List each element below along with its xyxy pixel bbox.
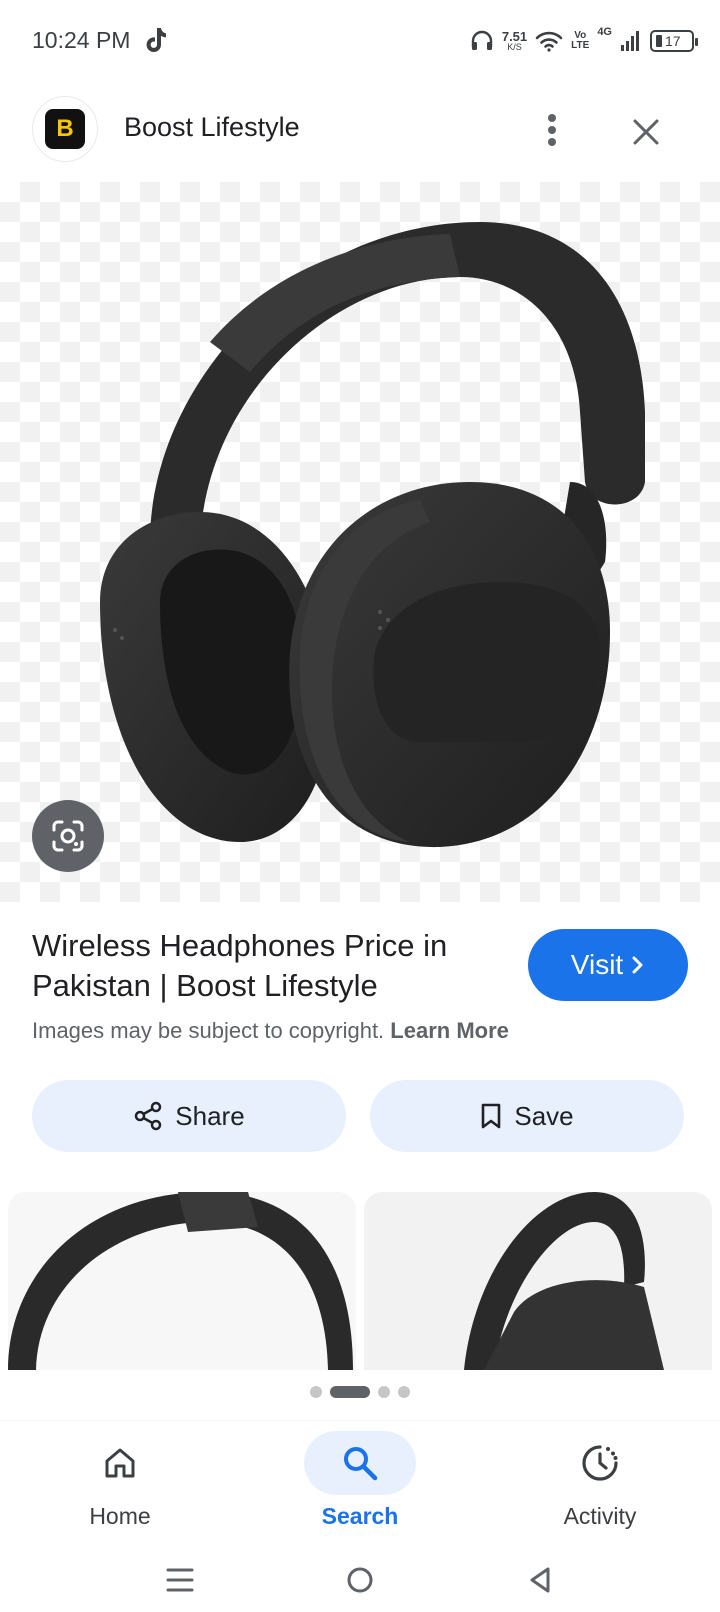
pager-dot[interactable] [310, 1386, 322, 1398]
home-icon [105, 1448, 135, 1478]
related-headphones-image [464, 1192, 664, 1370]
related-image-card[interactable] [8, 1192, 356, 1370]
copyright-text: Images may be subject to copyright. [32, 1018, 385, 1043]
status-time: 10:24 PM [32, 27, 131, 53]
headphones-icon [471, 30, 493, 50]
google-lens-button[interactable] [32, 800, 104, 872]
battery-indicator: 17 [650, 30, 698, 52]
close-button[interactable] [622, 108, 670, 156]
result-title-block: Wireless Headphones Price in Pakistan | … [32, 926, 492, 1006]
battery-fill [656, 35, 662, 47]
nav-search-icon-wrap [304, 1431, 416, 1495]
save-button[interactable]: Save [370, 1080, 684, 1152]
bottom-navigation: Home Search Activity [0, 1420, 720, 1540]
recent-apps-button[interactable] [156, 1556, 204, 1604]
nav-activity-icon-wrap [544, 1431, 656, 1495]
volte-indicator: Vo LTE [571, 30, 590, 52]
battery-level: 17 [665, 33, 681, 49]
nav-search-label: Search [321, 1503, 399, 1529]
more-options-button[interactable] [530, 108, 574, 152]
pager-dot[interactable] [398, 1386, 410, 1398]
system-home-button[interactable] [336, 1556, 384, 1604]
source-logo-letter: B [56, 115, 74, 142]
main-image[interactable] [0, 182, 720, 902]
nav-home-label: Home [89, 1503, 151, 1529]
pager-dot[interactable] [378, 1386, 390, 1398]
headphones-product-image [100, 222, 645, 848]
network-type: 4G [597, 26, 612, 38]
related-images [0, 1192, 720, 1370]
system-back-button[interactable] [516, 1556, 564, 1604]
net-speed-unit: K/S [507, 42, 522, 52]
nav-search[interactable]: Search [260, 1431, 460, 1530]
signal-icon [621, 31, 639, 51]
activity-icon [582, 1445, 618, 1481]
nav-home[interactable]: Home [20, 1431, 220, 1530]
system-navigation-bar [0, 1548, 720, 1612]
menu-icon [166, 1568, 194, 1592]
nav-activity-label: Activity [563, 1503, 637, 1529]
image-title[interactable]: Wireless Headphones Price in Pakistan | … [32, 926, 492, 1006]
share-label: Share [175, 1100, 245, 1131]
volte-bottom: LTE [571, 40, 590, 51]
wifi-icon [535, 31, 563, 52]
tiktok-icon [146, 28, 166, 52]
lens-icon [52, 820, 84, 852]
related-headphones-image [8, 1192, 353, 1370]
bookmark-icon [482, 1103, 501, 1129]
source-name[interactable]: Boost Lifestyle [124, 112, 300, 143]
back-triangle-icon [530, 1567, 550, 1593]
visit-button[interactable]: Visit [528, 929, 688, 1001]
status-icons: 7.51 K/S Vo LTE 4G 17 [470, 24, 698, 58]
more-vert-icon [548, 114, 556, 146]
circle-icon [347, 1567, 373, 1593]
chevron-right-icon [632, 956, 643, 974]
pager-dot-active[interactable] [330, 1386, 370, 1398]
learn-more-link[interactable]: Learn More [390, 1018, 509, 1043]
save-label: Save [514, 1100, 574, 1131]
close-icon [633, 119, 659, 145]
share-button[interactable]: Share [32, 1080, 346, 1152]
copyright-notice: Images may be subject to copyright. Lear… [32, 1018, 509, 1044]
source-logo-badge: B [45, 109, 85, 149]
visit-label: Visit [570, 949, 624, 980]
search-icon [344, 1447, 378, 1481]
net-speed: 7.51 K/S [502, 30, 527, 52]
related-pager [0, 1386, 720, 1398]
nav-activity[interactable]: Activity [500, 1431, 700, 1530]
source-logo[interactable]: B [32, 96, 98, 162]
source-header: B Boost Lifestyle [0, 96, 720, 166]
status-bar: 10:24 PM 7.51 K/S Vo LTE 4G 17 [0, 0, 720, 84]
nav-home-icon-wrap [64, 1431, 176, 1495]
share-icon [135, 1101, 162, 1131]
related-image-card[interactable] [364, 1192, 712, 1370]
